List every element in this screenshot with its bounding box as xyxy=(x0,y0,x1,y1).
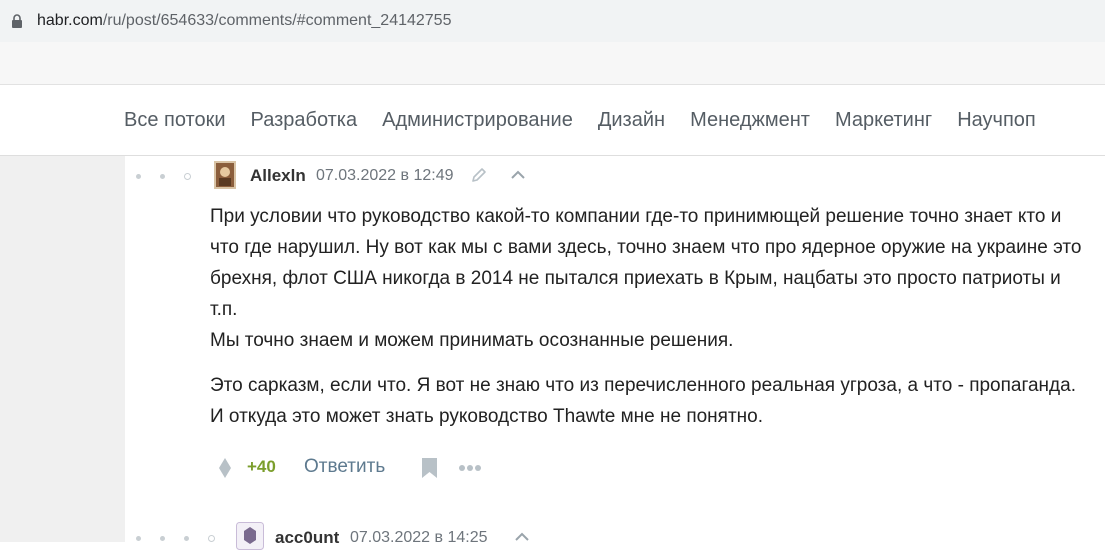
comment-author[interactable]: acc0unt xyxy=(275,528,339,548)
comment-score: +40 xyxy=(247,457,276,476)
comment-paragraph: При условии что руководство какой-то ком… xyxy=(210,206,1082,320)
address-bar[interactable]: habr.com/ru/post/654633/comments/#commen… xyxy=(0,0,1105,42)
thread-ring xyxy=(208,535,215,542)
nav-item-design[interactable]: Дизайн xyxy=(598,109,665,132)
thread-dot xyxy=(160,174,165,179)
url-host: habr.com xyxy=(37,12,103,29)
nav-item-administration[interactable]: Администрирование xyxy=(382,109,573,132)
chevron-up-icon[interactable] xyxy=(514,531,530,543)
comment-paragraph: Мы точно знаем и можем принимать осознан… xyxy=(210,330,734,351)
thread-ring xyxy=(184,173,191,180)
thread-level-indicator xyxy=(136,173,191,180)
chevron-up-icon[interactable] xyxy=(510,169,526,181)
thread-dot xyxy=(136,174,141,179)
avatar[interactable] xyxy=(236,522,264,550)
nav-item-development[interactable]: Разработка xyxy=(251,109,358,132)
reply-button[interactable]: Ответить xyxy=(304,456,385,478)
thread-dot xyxy=(136,536,141,541)
vote-icon[interactable] xyxy=(218,457,232,479)
thread-dot xyxy=(184,536,189,541)
toolbar-strip xyxy=(0,42,1105,85)
thread-dot xyxy=(160,536,165,541)
comment-author[interactable]: Allexln xyxy=(250,166,306,186)
comment-date[interactable]: 07.03.2022 в 12:49 xyxy=(316,167,454,185)
comment-body: При условии что руководство какой-то ком… xyxy=(210,201,1090,432)
nav-item-all-flows[interactable]: Все потоки xyxy=(124,109,226,132)
url-path: /ru/post/654633/comments/#comment_241427… xyxy=(102,12,452,29)
pencil-icon[interactable] xyxy=(471,167,487,183)
comment-paragraph: Это сарказм, если что. Я вот не знаю что… xyxy=(210,375,1076,427)
lock-icon[interactable] xyxy=(11,14,23,28)
avatar[interactable] xyxy=(214,161,236,189)
nav-item-popsci[interactable]: Научпоп xyxy=(957,109,1036,132)
thread-level-indicator xyxy=(136,535,215,542)
comment-date[interactable]: 07.03.2022 в 14:25 xyxy=(350,529,488,547)
nav-item-marketing[interactable]: Маркетинг xyxy=(835,109,932,132)
more-icon[interactable] xyxy=(458,464,482,472)
bookmark-icon[interactable] xyxy=(421,457,438,479)
nav-item-management[interactable]: Менеджмент xyxy=(690,109,810,132)
flows-nav: Все потоки Разработка Администрирование … xyxy=(0,85,1105,156)
url-text[interactable]: habr.com/ru/post/654633/comments/#commen… xyxy=(37,12,451,30)
